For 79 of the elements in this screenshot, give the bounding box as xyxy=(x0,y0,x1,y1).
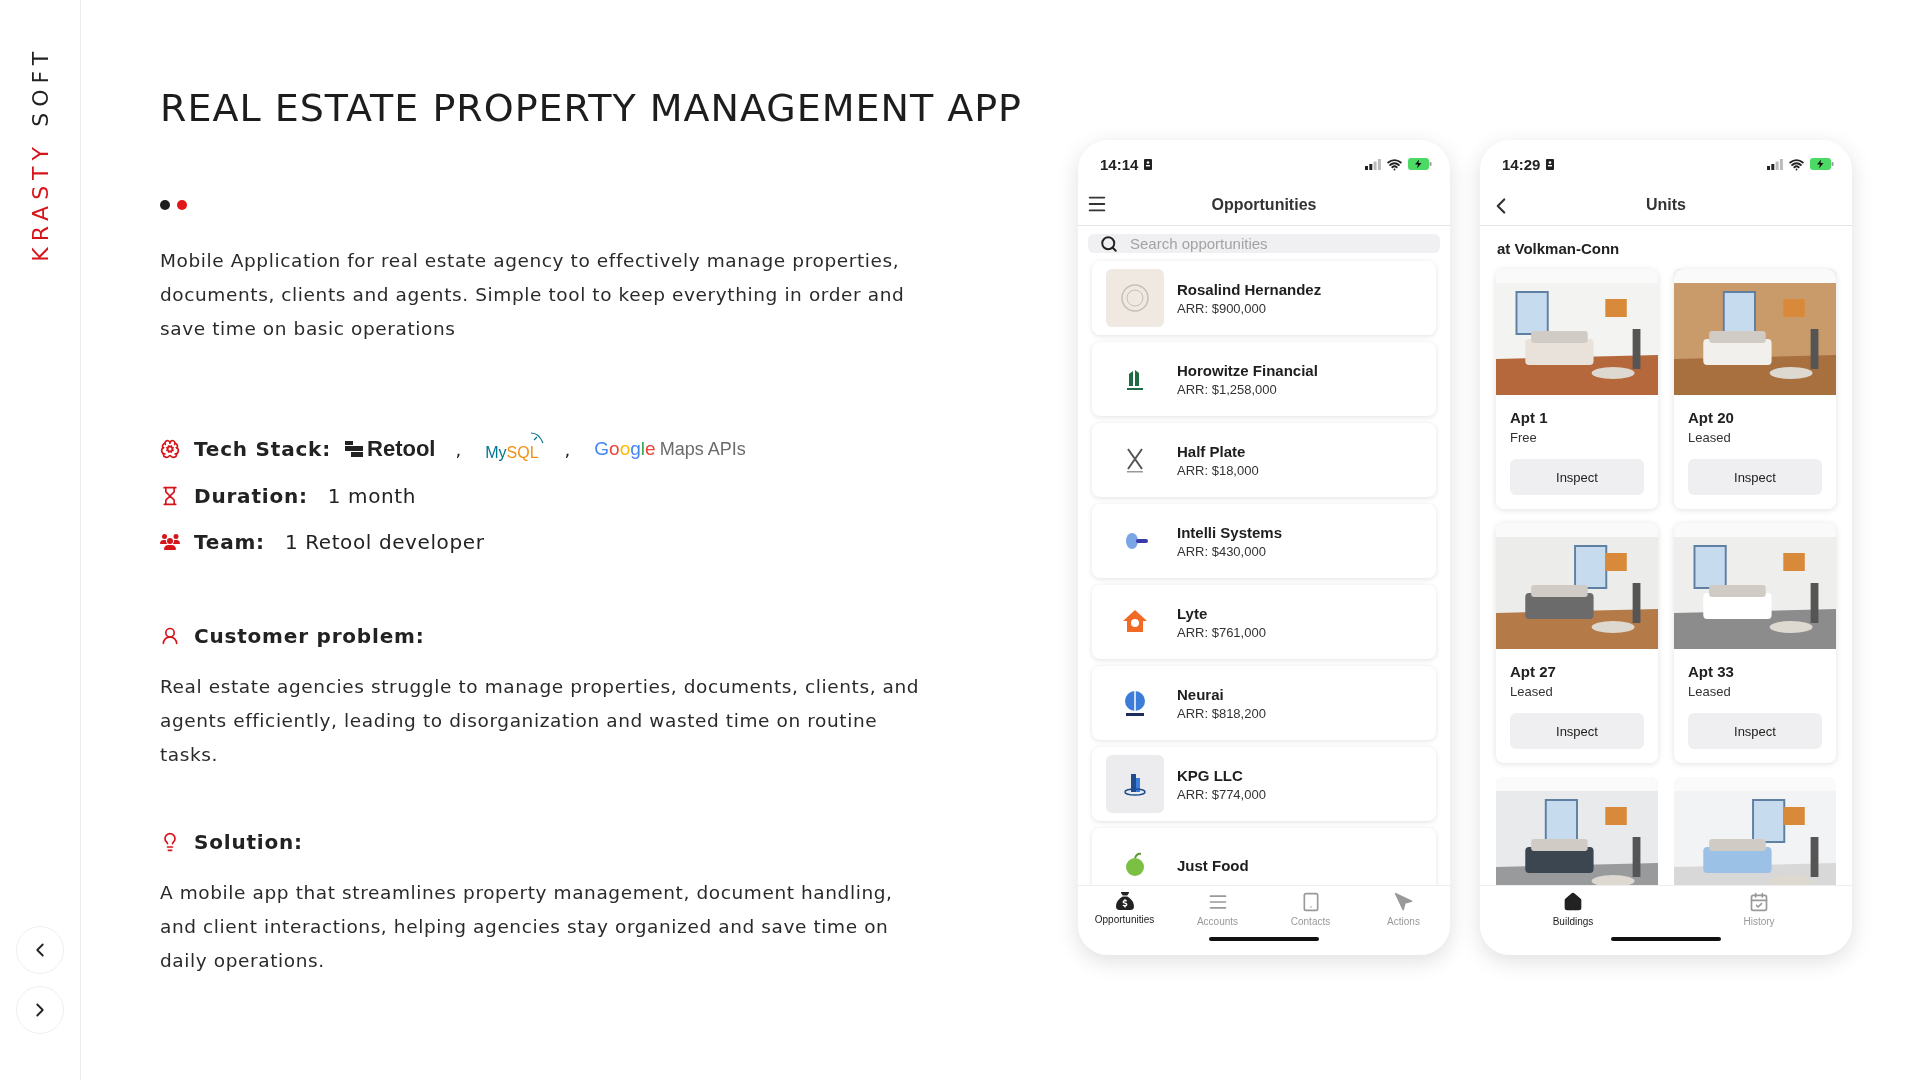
unit-status: Leased xyxy=(1688,684,1732,699)
search-icon xyxy=(1100,234,1118,253)
arr-amount: ARR: $761,000 xyxy=(1177,624,1266,640)
section-paragraph: A mobile app that streamlines property management, document handling, and client interactions, helping agencies stay organized and save time on daily operations. xyxy=(160,881,894,973)
building-subtitle: at Volkman-Conn xyxy=(1497,240,1621,257)
battery-icon xyxy=(1810,158,1834,170)
unit-status: Leased xyxy=(1510,684,1554,699)
unit-status: Leased xyxy=(1688,430,1732,445)
intro-paragraph: Mobile Application for real estate agency to effectively manage properties, documents, clients and agents. Simple tool to keep everything in order and save time on basic operations xyxy=(160,249,906,341)
screen-title: Units xyxy=(1646,195,1686,214)
opportunity-card[interactable]: Intelli Systems ARR: $430,000 xyxy=(1092,504,1436,578)
fact-label: Duration: xyxy=(194,484,308,508)
unit-name: Apt 33 xyxy=(1688,663,1735,680)
fact-label: Team: xyxy=(194,530,265,554)
opportunity-card[interactable]: Rosalind Hernandez ARR: $900,000 xyxy=(1092,261,1436,335)
company-name: Horowitze Financial xyxy=(1177,361,1318,379)
inspect-button[interactable]: Inspect xyxy=(1510,713,1644,749)
opportunity-card[interactable]: Just Food xyxy=(1092,828,1436,885)
section-heading: Customer problem: xyxy=(194,624,425,648)
arr-amount: ARR: $900,000 xyxy=(1177,300,1267,316)
signal-icon xyxy=(1365,158,1381,170)
arr-amount: ARR: $774,000 xyxy=(1177,786,1266,802)
separator-comma: , xyxy=(455,438,462,460)
fact-value: 1 month xyxy=(327,484,416,508)
tab[interactable]: Opportunities xyxy=(1084,892,1165,927)
opportunity-card[interactable]: Lyte ARR: $761,000 xyxy=(1092,585,1436,659)
brain-gear-icon xyxy=(160,439,180,459)
company-name: Half Plate xyxy=(1177,442,1247,460)
company-name: Rosalind Hernandez xyxy=(1177,280,1322,298)
section-heading: Solution: xyxy=(194,830,303,854)
company-name: Intelli Systems xyxy=(1177,523,1283,541)
inspect-button[interactable]: Inspect xyxy=(1688,459,1822,495)
unit-name: Apt 27 xyxy=(1510,663,1557,680)
separator-comma: , xyxy=(564,438,571,460)
arr-amount: ARR: $18,000 xyxy=(1177,462,1259,478)
company-name: Lyte xyxy=(1177,604,1209,622)
id-card-icon xyxy=(1144,158,1153,170)
company-logo-icon xyxy=(1120,283,1150,313)
pointer-arrow-icon xyxy=(1393,892,1414,912)
team-icon xyxy=(160,532,180,552)
wifi-icon xyxy=(1387,156,1402,172)
fact-value: 1 Retool developer xyxy=(284,530,485,554)
brand-logo: KRASTY SOFT xyxy=(27,46,53,262)
retool-logo: Retool xyxy=(345,436,436,462)
battery-icon xyxy=(1408,158,1432,170)
signal-icon xyxy=(1767,158,1783,170)
home-icon xyxy=(1563,892,1583,912)
inspect-button[interactable]: Inspect xyxy=(1510,459,1644,495)
slide-dot[interactable] xyxy=(160,200,170,210)
arr-amount: ARR: $818,200 xyxy=(1177,705,1266,721)
calendar-icon xyxy=(1749,892,1769,912)
list-icon xyxy=(1207,892,1228,912)
opportunity-card[interactable]: Half Plate ARR: $18,000 xyxy=(1092,423,1436,497)
arr-amount: ARR: $1,258,000 xyxy=(1177,381,1278,397)
arr-amount: ARR: $430,000 xyxy=(1177,543,1267,559)
page-title: REAL ESTATE PROPERTY MANAGEMENT APP xyxy=(160,86,1024,130)
opportunity-card[interactable]: Neurai ARR: $818,200 xyxy=(1092,666,1436,740)
section-paragraph: Real estate agencies struggle to manage properties, documents, clients, and agents efficiently, leading to disorganization and wasted time on routine tasks. xyxy=(160,675,920,767)
google-maps-logo: Google Maps APIs xyxy=(594,438,746,460)
hourglass-icon xyxy=(160,486,180,506)
tab[interactable]: Buildings xyxy=(1533,892,1613,927)
person-icon xyxy=(160,626,180,646)
money-bag-icon xyxy=(1115,892,1134,910)
opportunity-card[interactable]: Horowitze Financial ARR: $1,258,000 xyxy=(1092,342,1436,416)
company-name: Just Food xyxy=(1177,856,1249,874)
inspect-button[interactable]: Inspect xyxy=(1688,713,1822,749)
fact-label: Tech Stack: xyxy=(194,437,332,461)
wifi-icon xyxy=(1789,156,1804,172)
status-time: 14:14 xyxy=(1100,155,1139,173)
company-name: Neurai xyxy=(1177,685,1225,703)
id-card-icon xyxy=(1546,158,1555,170)
slide-dot[interactable] xyxy=(177,200,187,210)
screen-title: Opportunities xyxy=(1211,195,1317,214)
opportunity-card[interactable]: KPG LLC ARR: $774,000 xyxy=(1092,747,1436,821)
status-time: 14:29 xyxy=(1502,155,1541,173)
unit-name: Apt 20 xyxy=(1688,409,1735,426)
company-name: KPG LLC xyxy=(1177,766,1244,784)
unit-status: Free xyxy=(1510,430,1538,445)
unit-name: Apt 1 xyxy=(1510,409,1549,426)
